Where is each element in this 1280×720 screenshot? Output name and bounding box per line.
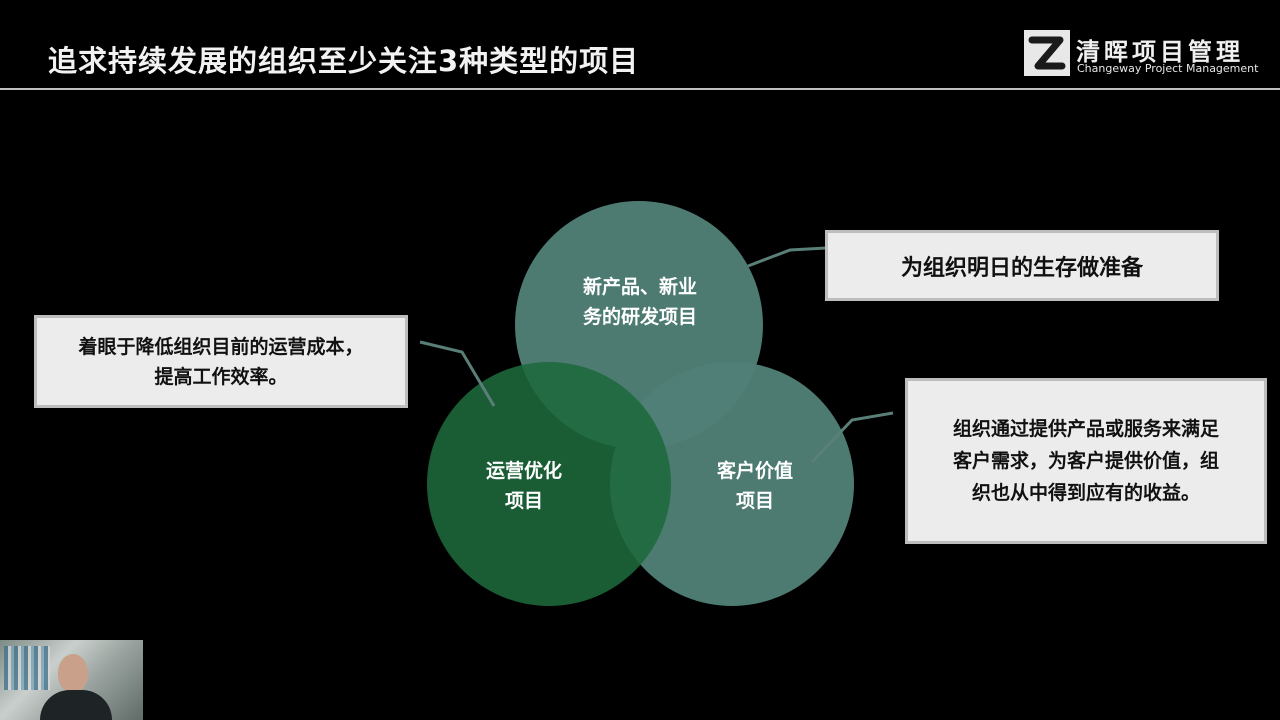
- label-rnd-line2: 务的研发项目: [582, 306, 697, 328]
- label-customer-line1: 客户价值: [716, 460, 793, 482]
- callout-left-line2: 提高工作效率。: [154, 365, 288, 388]
- presenter-head: [58, 654, 88, 692]
- callout-cost-efficiency: 着眼于降低组织目前的运营成本， 提高工作效率。: [34, 315, 408, 408]
- callout-top-text: 为组织明日的生存做准备: [900, 255, 1143, 281]
- label-rnd-line1: 新产品、新业: [582, 276, 697, 298]
- callout-right-line3: 织也从中得到应有的收益。: [971, 482, 1200, 504]
- label-customer-line2: 项目: [735, 490, 774, 512]
- callout-right-line2: 客户需求，为客户提供价值，组: [952, 450, 1219, 472]
- callout-left-line1: 着眼于降低组织目前的运营成本，: [78, 335, 364, 358]
- label-operations-line2: 项目: [504, 490, 543, 512]
- callout-future-survival: 为组织明日的生存做准备: [825, 230, 1219, 301]
- callout-right-line1: 组织通过提供产品或服务来满足: [952, 418, 1219, 440]
- presenter-webcam-overlay: [0, 640, 143, 720]
- label-operations-line1: 运营优化: [485, 460, 562, 482]
- label-rnd-projects: 新产品、新业 务的研发项目: [540, 272, 740, 332]
- presenter-body: [40, 690, 112, 720]
- label-operations: 运营优化 项目: [454, 456, 594, 516]
- label-customer-value: 客户价值 项目: [685, 456, 825, 516]
- callout-customer-value: 组织通过提供产品或服务来满足 客户需求，为客户提供价值，组 织也从中得到应有的收…: [905, 378, 1267, 544]
- bookshelf-background: [4, 646, 50, 690]
- connector-top: [747, 246, 827, 268]
